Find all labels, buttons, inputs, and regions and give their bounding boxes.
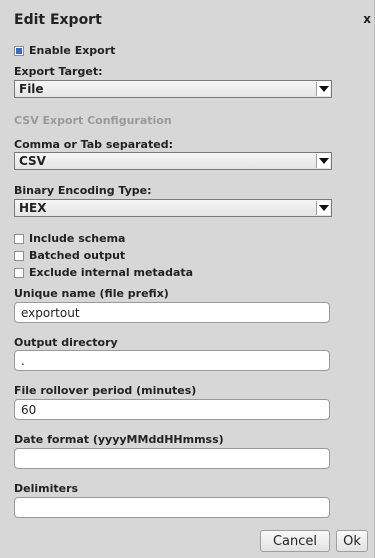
unique-name-input[interactable] (14, 302, 330, 323)
csv-section-title: CSV Export Configuration (14, 114, 172, 127)
chevron-down-icon (316, 82, 330, 96)
rollover-period-label: File rollover period (minutes) (14, 384, 197, 397)
edit-export-dialog: Edit Export x Enable Export Export Targe… (0, 0, 375, 558)
separator-value: CSV (19, 154, 46, 168)
date-format-label: Date format (yyyyMMddHHmmss) (14, 433, 224, 446)
checkbox-icon (14, 250, 24, 261)
export-target-label: Export Target: (14, 65, 103, 78)
ok-button[interactable]: Ok (336, 530, 368, 552)
binary-encoding-select[interactable]: HEX (14, 199, 332, 217)
output-directory-input[interactable] (14, 350, 330, 371)
include-schema-label: Include schema (29, 232, 126, 245)
include-schema-checkbox[interactable]: Include schema (14, 232, 125, 245)
exclude-metadata-checkbox[interactable]: Exclude internal metadata (14, 266, 193, 279)
checkbox-icon (14, 45, 24, 56)
enable-export-checkbox[interactable]: Enable Export (14, 44, 115, 57)
binary-encoding-value: HEX (19, 201, 47, 215)
checkbox-icon (14, 267, 24, 278)
separator-select[interactable]: CSV (14, 152, 332, 170)
close-button[interactable]: x (363, 12, 371, 26)
exclude-metadata-label: Exclude internal metadata (29, 266, 194, 279)
delimiters-label: Delimiters (14, 482, 79, 495)
binary-encoding-label: Binary Encoding Type: (14, 184, 152, 197)
enable-export-label: Enable Export (29, 44, 116, 57)
export-target-value: File (19, 82, 44, 96)
rollover-period-input[interactable] (14, 399, 330, 420)
batched-output-label: Batched output (29, 249, 126, 262)
output-directory-label: Output directory (14, 336, 118, 349)
cancel-button[interactable]: Cancel (260, 530, 330, 552)
delimiters-input[interactable] (14, 497, 330, 518)
dialog-title: Edit Export (14, 12, 102, 28)
chevron-down-icon (316, 201, 330, 215)
date-format-input[interactable] (14, 448, 330, 469)
batched-output-checkbox[interactable]: Batched output (14, 249, 125, 262)
export-target-select[interactable]: File (14, 80, 332, 98)
separator-label: Comma or Tab separated: (14, 138, 173, 151)
unique-name-label: Unique name (file prefix) (14, 287, 169, 300)
checkbox-icon (14, 233, 24, 244)
chevron-down-icon (316, 154, 330, 168)
